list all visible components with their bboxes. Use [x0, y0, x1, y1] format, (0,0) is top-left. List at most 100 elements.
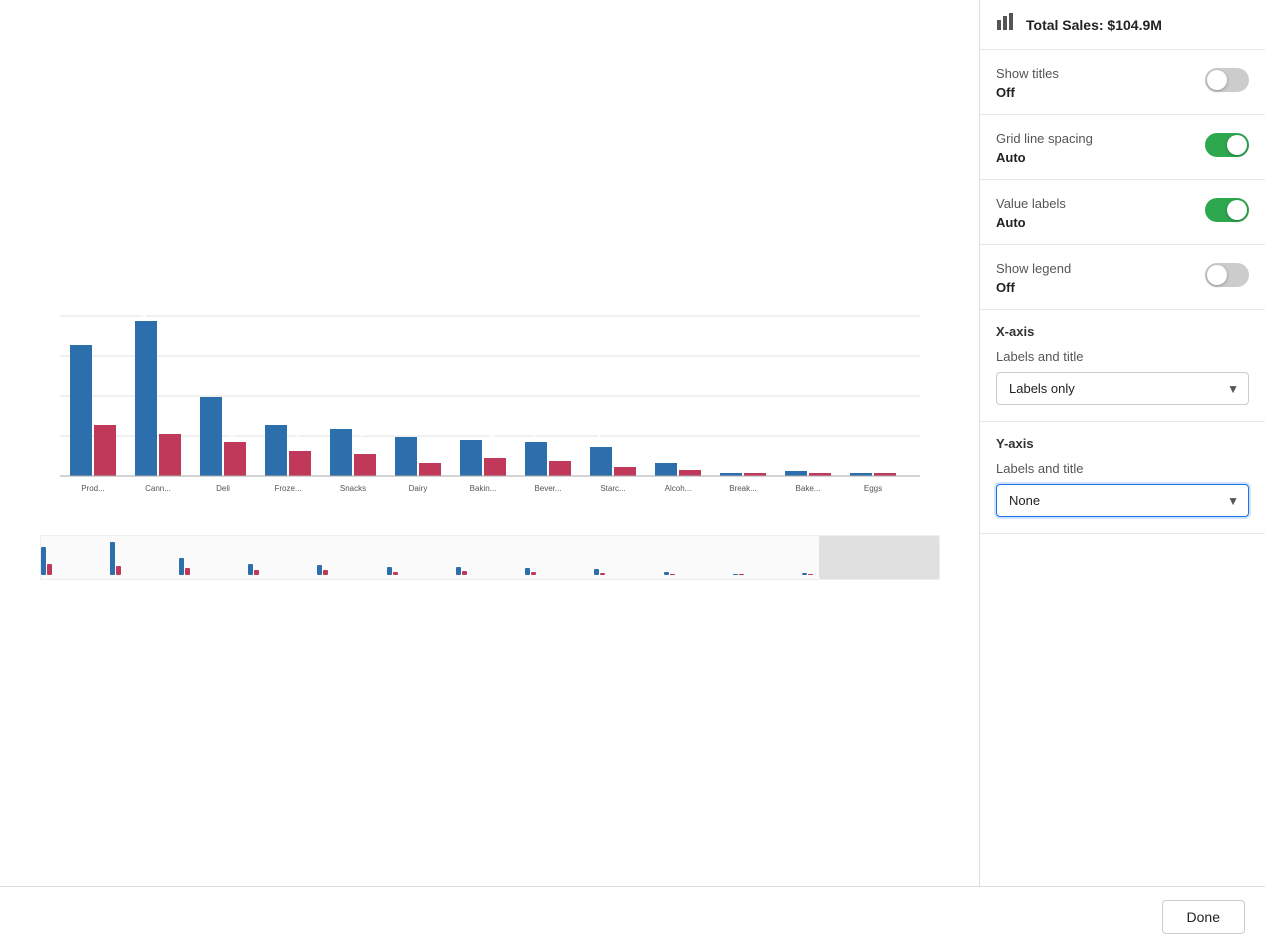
label-bakin-blue: 6.73M	[466, 416, 473, 436]
label-deli-red: 6.18M	[230, 418, 237, 438]
mini-bar-deli-blue	[179, 558, 184, 575]
mini-bar-snacks-red	[323, 570, 328, 575]
bar-snacks-red	[354, 454, 376, 476]
bar-chart: 24.18M 9.45M Prod... 28.62M 7.72M Cann..…	[40, 306, 940, 526]
label-eggs-red: 245.22K	[880, 443, 887, 469]
label-dairy-red: 2.35M	[425, 439, 432, 459]
mini-group-starc	[594, 569, 661, 575]
chart-wrapper: 24.18M 9.45M Prod... 28.62M 7.72M Cann..…	[40, 306, 940, 580]
y-axis-select[interactable]: None Labels only Title only Labels and t…	[996, 484, 1249, 517]
show-titles-toggle[interactable]	[1205, 68, 1249, 92]
label-bakin-red: 3.22M	[490, 434, 497, 454]
cat-bever: Bever...	[534, 484, 561, 493]
mini-bar-alcoh-blue	[664, 572, 669, 575]
bar-starc-blue	[590, 447, 612, 476]
show-legend-label: Show legend	[996, 261, 1071, 276]
y-axis-section-header: Y-axis	[980, 422, 1265, 457]
bar-bakin-red	[484, 458, 506, 476]
y-axis-label: Y-axis	[996, 436, 1034, 451]
bar-prod-red	[94, 425, 116, 476]
show-titles-knob	[1207, 70, 1227, 90]
label-froze-red: 4.64M	[295, 427, 302, 447]
show-legend-toggle[interactable]	[1205, 263, 1249, 287]
mini-bar-snacks-blue	[317, 565, 322, 575]
bar-bever-blue	[525, 442, 547, 476]
grid-line-spacing-row: Grid line spacing Auto	[980, 115, 1265, 180]
mini-group-prod	[41, 547, 108, 575]
label-alcoh-blue: 2.29M	[661, 439, 668, 459]
mini-bar-break-red	[739, 574, 744, 575]
value-labels-value: Auto	[996, 215, 1066, 230]
right-panel: Total Sales: $104.9M Show titles Off Gri…	[980, 0, 1265, 886]
show-legend-value: Off	[996, 280, 1071, 295]
cat-eggs: Eggs	[863, 484, 881, 493]
grid-line-spacing-knob	[1227, 135, 1247, 155]
label-bever-red: 2.73M	[555, 437, 562, 457]
x-axis-section-header: X-axis	[980, 310, 1265, 345]
x-axis-dropdown-wrapper: Labels only None Title only Labels and t…	[996, 372, 1249, 405]
label-prod-blue: 24.18M	[76, 317, 83, 341]
x-axis-labels-title-label: Labels and title	[996, 349, 1249, 364]
label-starc-blue: 5.40M	[596, 423, 603, 443]
label-eggs-blue: 245.22K	[856, 443, 863, 469]
mini-group-alcoh	[664, 572, 731, 575]
value-labels-label: Value labels	[996, 196, 1066, 211]
y-axis-dropdown-wrapper: None Labels only Title only Labels and t…	[996, 484, 1249, 517]
bar-deli-red	[224, 442, 246, 476]
label-cann-red: 7.72M	[165, 410, 172, 430]
show-titles-value: Off	[996, 85, 1059, 100]
label-dairy-blue: 7.18M	[401, 413, 408, 433]
mini-group-froze	[248, 564, 315, 575]
cat-snacks: Snacks	[339, 484, 365, 493]
bar-alcoh-blue	[655, 463, 677, 476]
bar-starc-red	[614, 467, 636, 476]
mini-bar-bake-blue	[802, 573, 807, 575]
show-titles-text: Show titles Off	[996, 66, 1059, 100]
mini-bar-bever-red	[531, 572, 536, 575]
cat-bake: Bake...	[795, 484, 820, 493]
mini-bar-dairy-blue	[387, 567, 392, 575]
value-labels-row: Value labels Auto	[980, 180, 1265, 245]
grid-line-spacing-toggle[interactable]	[1205, 133, 1249, 157]
mini-chart[interactable]	[40, 535, 940, 580]
mini-bar-dairy-red	[393, 572, 398, 575]
bar-dairy-blue	[395, 437, 417, 476]
bar-froze-blue	[265, 425, 287, 476]
cat-alcoh: Alcoh...	[664, 484, 691, 493]
bar-snacks-blue	[330, 429, 352, 476]
mini-group-break	[733, 574, 800, 575]
cat-dairy: Dairy	[408, 484, 427, 493]
main-container: 24.18M 9.45M Prod... 28.62M 7.72M Cann..…	[0, 0, 1265, 886]
mini-group-deli	[179, 558, 246, 575]
label-froze-blue: 9.45M	[271, 401, 278, 421]
label-snacks-red: 4.05M	[360, 430, 367, 450]
bar-cann-red	[159, 434, 181, 476]
panel-header: Total Sales: $104.9M	[980, 0, 1265, 50]
label-bake-red: 230.11K	[815, 443, 822, 469]
grid-line-spacing-text: Grid line spacing Auto	[996, 131, 1093, 165]
cat-starc: Starc...	[600, 484, 625, 493]
bar-bever-red	[549, 461, 571, 476]
mini-group-snacks	[317, 565, 384, 575]
value-labels-knob	[1227, 200, 1247, 220]
mini-group-cann	[110, 542, 177, 575]
cat-break: Break...	[729, 484, 757, 493]
done-button[interactable]: Done	[1162, 900, 1245, 934]
value-labels-toggle[interactable]	[1205, 198, 1249, 222]
label-break-red: 329.95K	[750, 443, 757, 469]
mini-bar-break-blue	[733, 574, 738, 575]
label-break-blue: 678.25K	[726, 443, 733, 469]
mini-bar-alcoh-red	[670, 574, 675, 575]
label-prod-red: 9.45M	[100, 401, 107, 421]
label-deli-blue: 14.63M	[206, 369, 213, 393]
mini-bar-cann-red	[116, 566, 121, 575]
grid-line-spacing-value: Auto	[996, 150, 1093, 165]
x-axis-dropdown-row: Labels and title Labels only None Title …	[980, 345, 1265, 422]
bar-prod-blue	[70, 345, 92, 476]
x-axis-select[interactable]: Labels only None Title only Labels and t…	[996, 372, 1249, 405]
mini-chart-inner	[41, 536, 939, 579]
show-legend-knob	[1207, 265, 1227, 285]
mini-bar-cann-blue	[110, 542, 115, 575]
mini-scroll-thumb[interactable]	[819, 536, 939, 579]
mini-group-dairy	[387, 567, 454, 575]
